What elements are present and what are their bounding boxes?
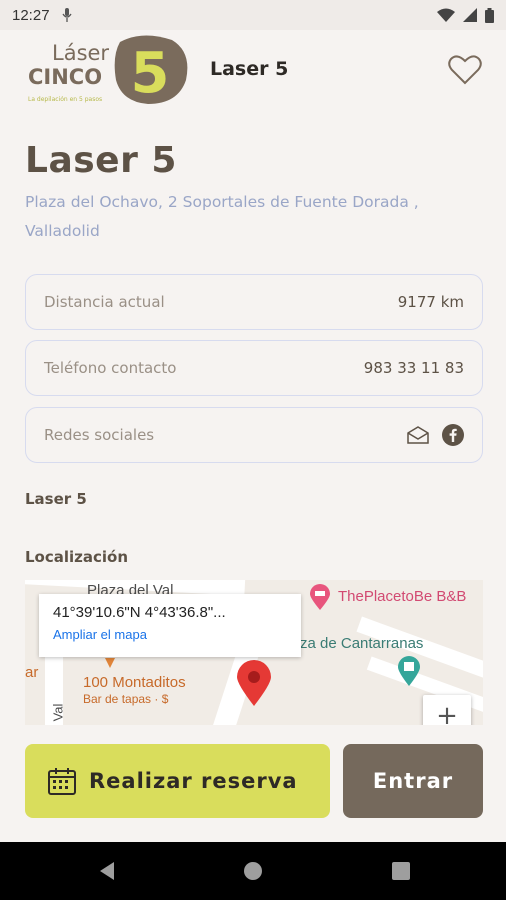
svg-text:Láser: Láser [52, 41, 109, 65]
wifi-icon [437, 8, 455, 22]
heart-icon[interactable] [448, 54, 482, 86]
distance-label: Distancia actual [44, 293, 165, 311]
email-icon[interactable] [406, 425, 430, 445]
hotel-pin-icon [310, 584, 330, 610]
calendar-icon [48, 768, 76, 795]
social-field: Redes sociales [25, 407, 483, 463]
map-info-popup: 41°39'10.6"N 4°43'36.8"... Ampliar el ma… [39, 594, 301, 657]
reserve-button[interactable]: Realizar reserva [25, 744, 330, 818]
map-label-cantarranas: za de Cantarranas [300, 635, 424, 652]
status-bar: 12:27 [0, 0, 506, 30]
back-icon[interactable] [96, 860, 118, 882]
location-pin-icon[interactable] [237, 660, 271, 706]
app-header: 5 Láser CINCO La depilación en 5 pasos L… [0, 30, 506, 112]
recents-icon[interactable] [390, 860, 412, 882]
zoom-in-button[interactable]: + [423, 695, 471, 725]
microphone-icon [62, 8, 72, 22]
map-label-ar: ar [25, 664, 39, 681]
phone-field[interactable]: Teléfono contacto 983 33 11 83 [25, 340, 483, 396]
status-icons [437, 7, 494, 23]
home-icon[interactable] [242, 860, 264, 882]
location-label: Localización [25, 548, 129, 566]
business-address: Plaza del Ochavo, 2 Soportales de Fuente… [25, 193, 419, 240]
svg-text:CINCO: CINCO [28, 65, 102, 89]
social-icons [406, 424, 464, 446]
location-map[interactable]: Plaza del Val ThePlacetoBe B&B za de Can… [25, 580, 483, 725]
map-label-montaditos-sub: Bar de tapas · $ [83, 692, 169, 706]
header-title: Laser 5 [210, 58, 289, 80]
distance-value: 9177 km [397, 293, 464, 311]
status-time: 12:27 [12, 6, 50, 24]
map-label-montaditos: 100 Montaditos [83, 674, 186, 691]
map-label-place-to-be: ThePlacetoBe B&B [338, 588, 467, 605]
reserve-button-label: Realizar reserva [89, 769, 298, 793]
landmark-pin-icon [398, 656, 420, 686]
svg-text:La depilación en 5 pasos: La depilación en 5 pasos [28, 96, 102, 103]
enter-button[interactable]: Entrar [343, 744, 483, 818]
social-label: Redes sociales [44, 426, 155, 444]
phone-value[interactable]: 983 33 11 83 [364, 359, 464, 377]
distance-field: Distancia actual 9177 km [25, 274, 483, 330]
map-coordinates: 41°39'10.6"N 4°43'36.8"... [53, 604, 226, 621]
enlarge-map-link[interactable]: Ampliar el mapa [53, 627, 287, 642]
system-nav-bar [0, 842, 506, 900]
svg-text:5: 5 [131, 41, 170, 106]
signal-icon [463, 8, 477, 22]
restaurant-dot-icon [105, 658, 115, 668]
battery-icon [485, 7, 494, 23]
description-text: Laser 5 [25, 490, 87, 508]
facebook-icon[interactable] [442, 424, 464, 446]
business-name: Laser 5 [25, 140, 177, 181]
phone-label: Teléfono contacto [44, 359, 177, 377]
map-label-val: Val [50, 703, 66, 722]
laser-cinco-logo: 5 Láser CINCO La depilación en 5 pasos [28, 35, 188, 106]
